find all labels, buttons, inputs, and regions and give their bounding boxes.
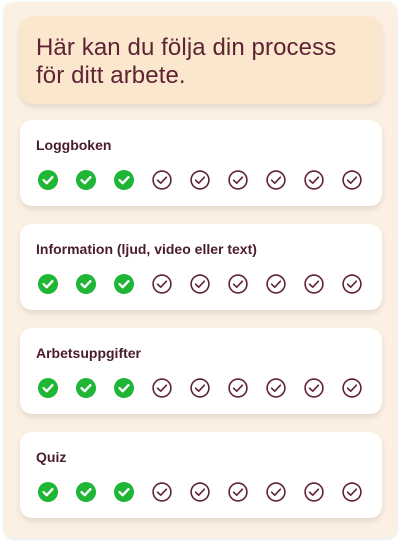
check-circle-filled-icon [114,482,134,502]
check-circle-filled-icon [114,170,134,190]
check-circle-outline-icon [190,274,210,294]
page-title-line-1: Här kan du följa din process [36,34,337,61]
progress-steps [36,378,366,398]
check-circle-filled-icon [114,378,134,398]
section-title: Arbetsuppgifter [36,345,141,361]
check-circle-outline-icon [266,378,286,398]
check-circle-outline-icon [152,170,172,190]
check-circle-outline-icon [342,482,362,502]
progress-steps [36,170,366,190]
page-title: Här kan du följa din process för ditt ar… [36,34,366,90]
check-circle-outline-icon [228,170,248,190]
check-circle-outline-icon [152,378,172,398]
check-circle-filled-icon [76,482,96,502]
check-circle-outline-icon [228,378,248,398]
section-card-loggboken: Loggboken [20,120,382,206]
check-circle-outline-icon [228,274,248,294]
check-circle-filled-icon [114,274,134,294]
check-circle-outline-icon [342,170,362,190]
check-circle-filled-icon [38,170,58,190]
check-circle-outline-icon [190,170,210,190]
check-circle-outline-icon [228,482,248,502]
check-circle-outline-icon [342,378,362,398]
progress-panel: Här kan du följa din process för ditt ar… [4,2,397,538]
section-card-quiz: Quiz [20,432,382,518]
check-circle-outline-icon [190,378,210,398]
check-circle-filled-icon [76,274,96,294]
check-circle-outline-icon [304,170,324,190]
progress-steps [36,274,366,294]
check-circle-outline-icon [304,482,324,502]
check-circle-outline-icon [266,274,286,294]
check-circle-filled-icon [76,170,96,190]
check-circle-outline-icon [152,482,172,502]
check-circle-outline-icon [304,378,324,398]
check-circle-outline-icon [342,274,362,294]
section-card-information: Information (ljud, video eller text) [20,224,382,310]
section-title: Information (ljud, video eller text) [36,241,257,257]
check-circle-filled-icon [38,378,58,398]
check-circle-filled-icon [76,378,96,398]
progress-header: Här kan du följa din process för ditt ar… [20,16,382,104]
progress-steps [36,482,366,502]
check-circle-outline-icon [304,274,324,294]
section-title: Loggboken [36,137,112,153]
check-circle-outline-icon [266,482,286,502]
section-card-arbetsuppgifter: Arbetsuppgifter [20,328,382,414]
page-title-line-2: för ditt arbete. [36,62,186,89]
section-title: Quiz [36,449,67,465]
check-circle-filled-icon [38,274,58,294]
check-circle-outline-icon [266,170,286,190]
check-circle-outline-icon [190,482,210,502]
check-circle-outline-icon [152,274,172,294]
check-circle-filled-icon [38,482,58,502]
